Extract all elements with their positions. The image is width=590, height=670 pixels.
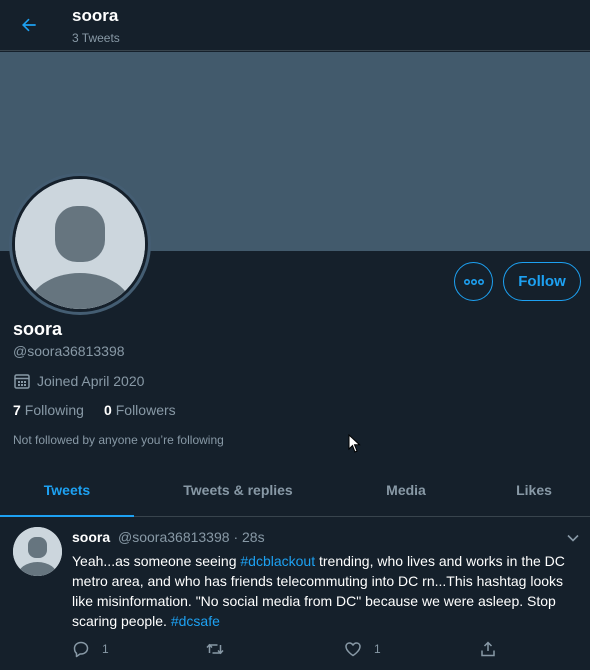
- profile-avatar[interactable]: [9, 173, 151, 315]
- reply-count: 1: [102, 642, 109, 656]
- retweet-button[interactable]: [205, 638, 237, 660]
- profile-tabs: Tweets Tweets & replies Media Likes: [0, 463, 590, 517]
- hashtag-link[interactable]: #dcblackout: [240, 553, 315, 569]
- followers-count: 0: [103, 402, 112, 418]
- tweet-author-handle: @soora36813398: [118, 529, 230, 545]
- tweet-separator: ·: [233, 529, 239, 545]
- profile-name: soora: [13, 319, 63, 339]
- tweet-author-name[interactable]: soora: [72, 529, 110, 545]
- back-button[interactable]: [12, 8, 46, 42]
- reply-icon: [73, 641, 89, 658]
- reply-button[interactable]: 1: [72, 638, 109, 660]
- followers-link[interactable]: 0 Followers: [104, 402, 176, 418]
- profile-header: soora 3 Tweets: [0, 0, 590, 51]
- share-button[interactable]: [479, 638, 497, 660]
- tweet-header: soora @soora36813398 · 28s: [72, 529, 265, 545]
- header-tweet-count: 3 Tweets: [72, 31, 120, 45]
- default-avatar-icon: [15, 179, 145, 309]
- arrow-left-icon: [22, 18, 36, 32]
- mouse-cursor-icon: [348, 434, 361, 453]
- follow-button[interactable]: Follow: [503, 262, 581, 301]
- tab-likes[interactable]: Likes: [470, 463, 590, 516]
- like-count: 1: [374, 642, 381, 656]
- hashtag-link[interactable]: #dcsafe: [171, 613, 220, 629]
- tweet-menu-button[interactable]: [565, 530, 581, 546]
- tab-tweets[interactable]: Tweets: [0, 463, 134, 517]
- tab-tweets-replies[interactable]: Tweets & replies: [134, 463, 342, 516]
- share-icon: [481, 641, 495, 657]
- like-button[interactable]: 1: [344, 638, 381, 660]
- tweet-text-part: Yeah...as someone seeing: [72, 553, 241, 569]
- default-avatar-icon: [13, 527, 62, 576]
- calendar-icon: [14, 374, 30, 389]
- not-followed-notice: Not followed by anyone you’re following: [13, 433, 224, 447]
- tab-media[interactable]: Media: [342, 463, 470, 516]
- profile-stats: 7 Following 0 Followers: [13, 402, 176, 418]
- chevron-down-icon: [567, 534, 579, 542]
- profile-handle: @soora36813398: [13, 343, 125, 359]
- following-link[interactable]: 7 Following: [13, 402, 84, 418]
- header-title: soora: [72, 6, 119, 25]
- joined-date: Joined April 2020: [13, 372, 144, 390]
- tweet-actions: 1 1: [72, 638, 502, 660]
- tweet-text: Yeah...as someone seeing #dcblackout tre…: [72, 551, 577, 631]
- tweet-timestamp[interactable]: 28s: [242, 529, 265, 545]
- following-count: 7: [13, 402, 21, 418]
- tweet-avatar[interactable]: [13, 527, 62, 576]
- heart-icon: [345, 642, 361, 657]
- following-label: Following: [24, 402, 84, 418]
- joined-label: Joined April 2020: [37, 373, 145, 389]
- retweet-icon: [206, 643, 224, 655]
- more-options-button[interactable]: [454, 262, 493, 301]
- more-horizontal-icon: [463, 278, 484, 285]
- followers-label: Followers: [115, 402, 176, 418]
- tweet-item[interactable]: soora @soora36813398 · 28s Yeah...as som…: [0, 517, 590, 670]
